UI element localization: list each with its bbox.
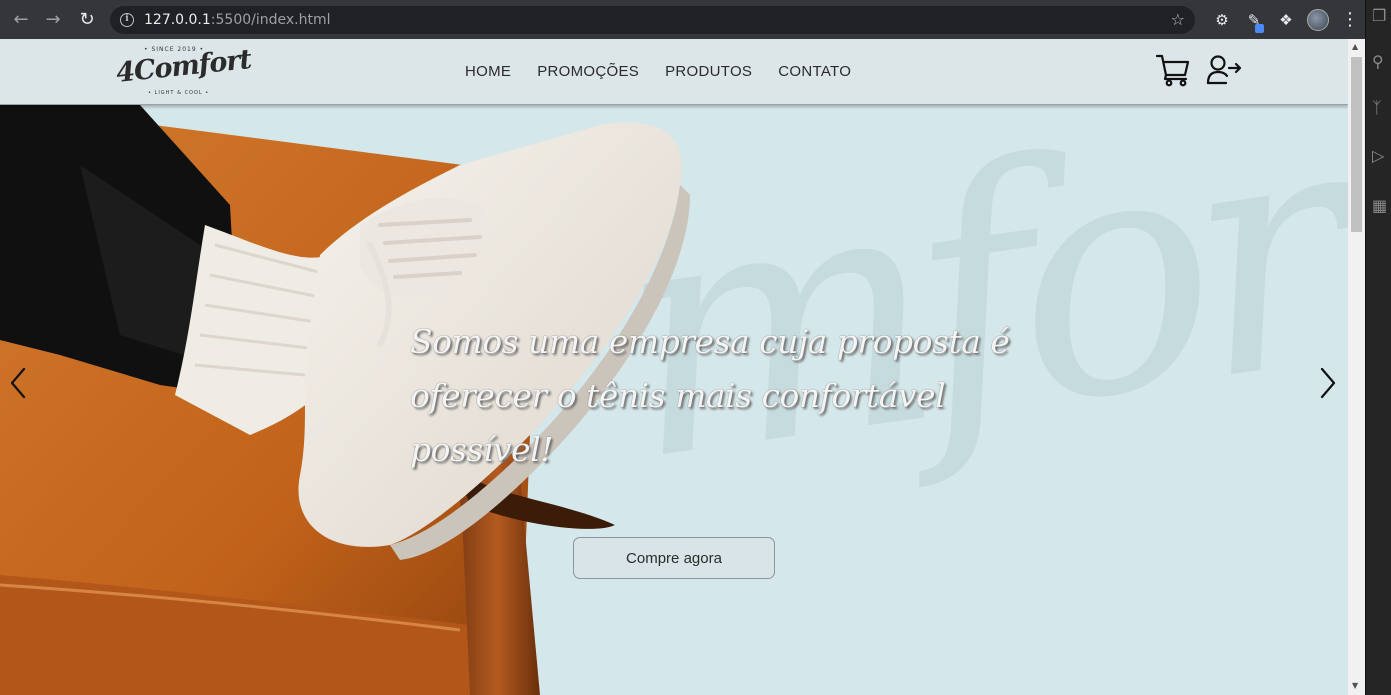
browser-toolbar: ← → ↻ i 127.0.0.1:5500/index.html ☆ ⚙ ✎ … [0,0,1365,39]
hero-carousel: mfort Somos uma empresa cuja proposta é … [0,105,1348,695]
explorer-icon[interactable]: ❐ [1372,6,1390,25]
main-nav: HOME PROMOÇÕES PRODUTOS CONTATO [465,63,851,80]
editor-activity-bar: ❐ ⚲ ᛉ ▷ ▦ [1365,0,1391,695]
scroll-up-icon[interactable]: ▲ [1352,42,1358,51]
source-control-icon[interactable]: ᛉ [1372,98,1390,117]
back-arrow-icon[interactable]: ← [8,7,34,33]
page-viewport: • SINCE 2019 • 4Comfort • LIGHT & COOL •… [0,39,1348,695]
reload-icon[interactable]: ↻ [74,7,100,33]
address-bar[interactable]: i 127.0.0.1:5500/index.html ☆ [110,5,1195,34]
extensions-icon[interactable]: ▦ [1372,196,1390,215]
search-icon[interactable]: ⚲ [1372,52,1390,71]
site-header: • SINCE 2019 • 4Comfort • LIGHT & COOL •… [0,39,1348,105]
url-host: 127.0.0.1 [144,11,211,28]
pen-extension-icon[interactable]: ✎ [1241,7,1267,33]
debug-icon[interactable]: ▷ [1372,146,1390,165]
scroll-down-icon[interactable]: ▼ [1352,681,1358,690]
logo-brand: 4Comfort [114,44,253,89]
hero-headline: Somos uma empresa cuja proposta é oferec… [410,322,1010,469]
nav-home[interactable]: HOME [465,63,511,80]
kebab-menu-icon[interactable]: ⋮ [1337,7,1363,33]
nav-promocoes[interactable]: PROMOÇÕES [537,63,639,80]
logo-tagline: • LIGHT & COOL • [148,90,210,96]
chevron-right-icon[interactable] [1314,363,1340,403]
bookmark-star-icon[interactable]: ☆ [1171,10,1185,29]
profile-avatar[interactable] [1305,7,1331,33]
url-path: :5500/index.html [210,11,331,28]
nav-produtos[interactable]: PRODUTOS [665,63,752,80]
login-icon[interactable] [1206,54,1242,86]
info-icon[interactable]: i [120,12,134,27]
chevron-left-icon[interactable] [6,363,32,403]
puzzle-extensions-icon[interactable]: ❖ [1273,7,1299,33]
forward-arrow-icon[interactable]: → [40,7,66,33]
buy-now-button[interactable]: Compre agora [573,537,775,579]
nav-contato[interactable]: CONTATO [778,63,851,80]
gear-extension-icon[interactable]: ⚙ [1209,7,1235,33]
logo[interactable]: • SINCE 2019 • 4Comfort • LIGHT & COOL • [114,44,253,101]
scrollbar-thumb[interactable] [1351,57,1362,232]
page-scrollbar[interactable]: ▲ ▼ [1348,39,1365,695]
cart-icon[interactable] [1155,53,1191,87]
